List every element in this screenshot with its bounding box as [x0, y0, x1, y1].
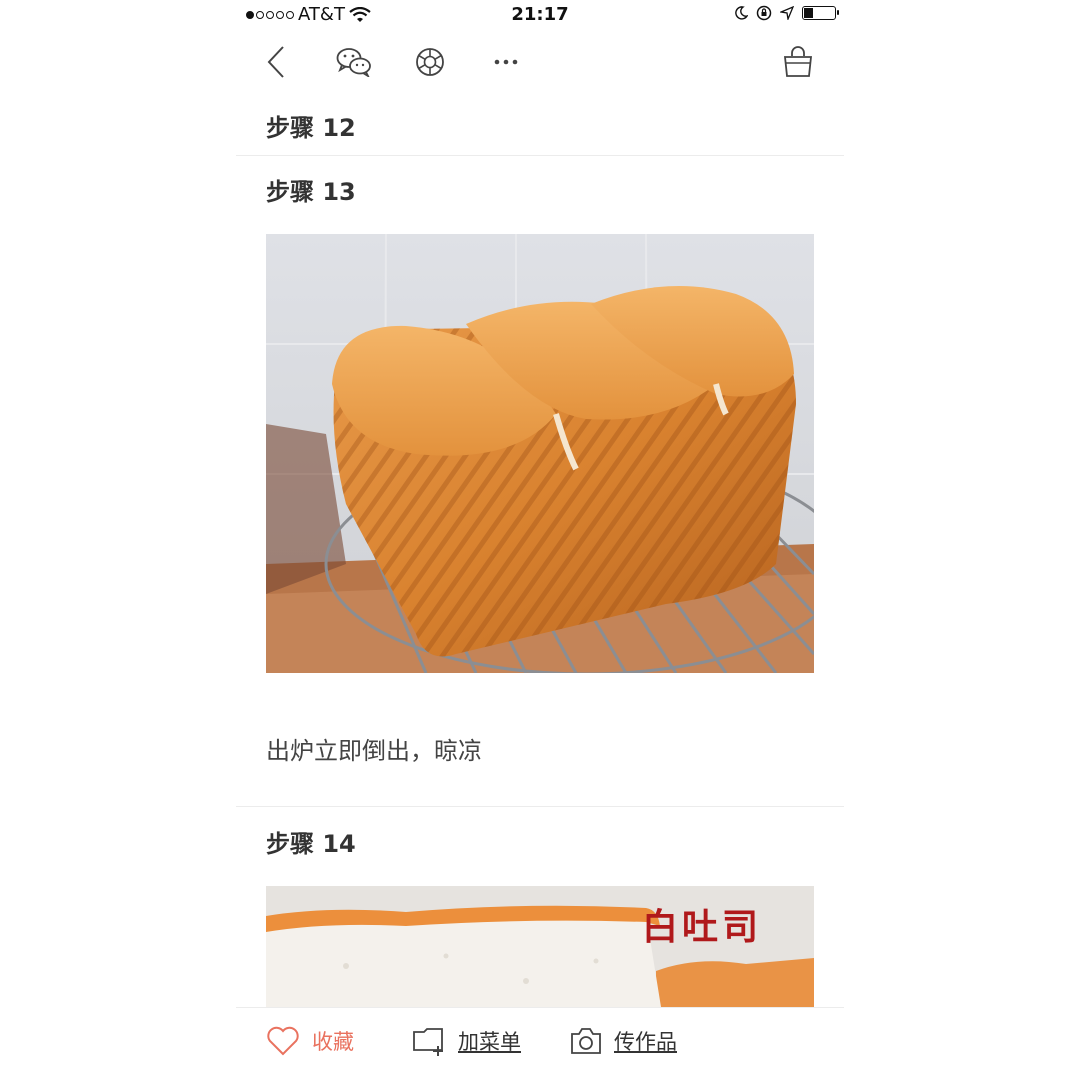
- add-to-menu-label: 加菜单: [458, 1030, 521, 1054]
- upload-work-label: 传作品: [614, 1030, 677, 1054]
- status-right: [734, 5, 839, 21]
- wechat-icon: [336, 48, 371, 77]
- step-13-photo[interactable]: [266, 234, 814, 673]
- back-chevron-icon: [267, 46, 284, 78]
- basket-button[interactable]: [778, 44, 818, 80]
- more-button[interactable]: [486, 44, 526, 80]
- basket-icon: [784, 46, 812, 77]
- bread-loaf-photo: [266, 234, 814, 673]
- battery-icon: [802, 6, 839, 20]
- add-to-menu-button[interactable]: 加菜单: [412, 1026, 521, 1056]
- share-moments-button[interactable]: [410, 44, 450, 80]
- more-icon: [494, 59, 518, 65]
- heart-icon: [267, 1026, 299, 1056]
- camera-icon: [571, 1028, 601, 1054]
- back-button[interactable]: [256, 44, 296, 80]
- location-arrow-icon: [780, 6, 794, 20]
- nav-bar: [236, 36, 844, 88]
- divider: [236, 806, 844, 807]
- upload-work-button[interactable]: 传作品: [570, 1026, 677, 1056]
- orientation-lock-icon: [756, 5, 772, 21]
- divider: [236, 155, 844, 156]
- step-14-title: 步骤 14: [266, 830, 356, 858]
- step-12-title: 步骤 12: [266, 114, 356, 142]
- bottom-action-bar: 收藏 加菜单 传作品: [236, 1007, 844, 1081]
- step-13-title: 步骤 13: [266, 178, 356, 206]
- step-14-photo[interactable]: 白吐司: [266, 886, 814, 1007]
- folder-add-icon: [413, 1028, 443, 1056]
- status-bar: AT&T 21:17: [236, 0, 844, 30]
- moon-icon: [735, 6, 748, 20]
- step-13-description: 出炉立即倒出，晾凉: [266, 737, 482, 765]
- app-screen: AT&T 21:17 步骤 12 步骤 13 出炉立即倒出，晾凉 步骤 14 白…: [236, 0, 844, 1081]
- favorite-label: 收藏: [312, 1030, 354, 1054]
- photo-caption: 白吐司: [642, 906, 763, 948]
- moments-icon: [416, 48, 444, 76]
- share-wechat-button[interactable]: [334, 44, 374, 80]
- favorite-button[interactable]: 收藏: [266, 1026, 354, 1056]
